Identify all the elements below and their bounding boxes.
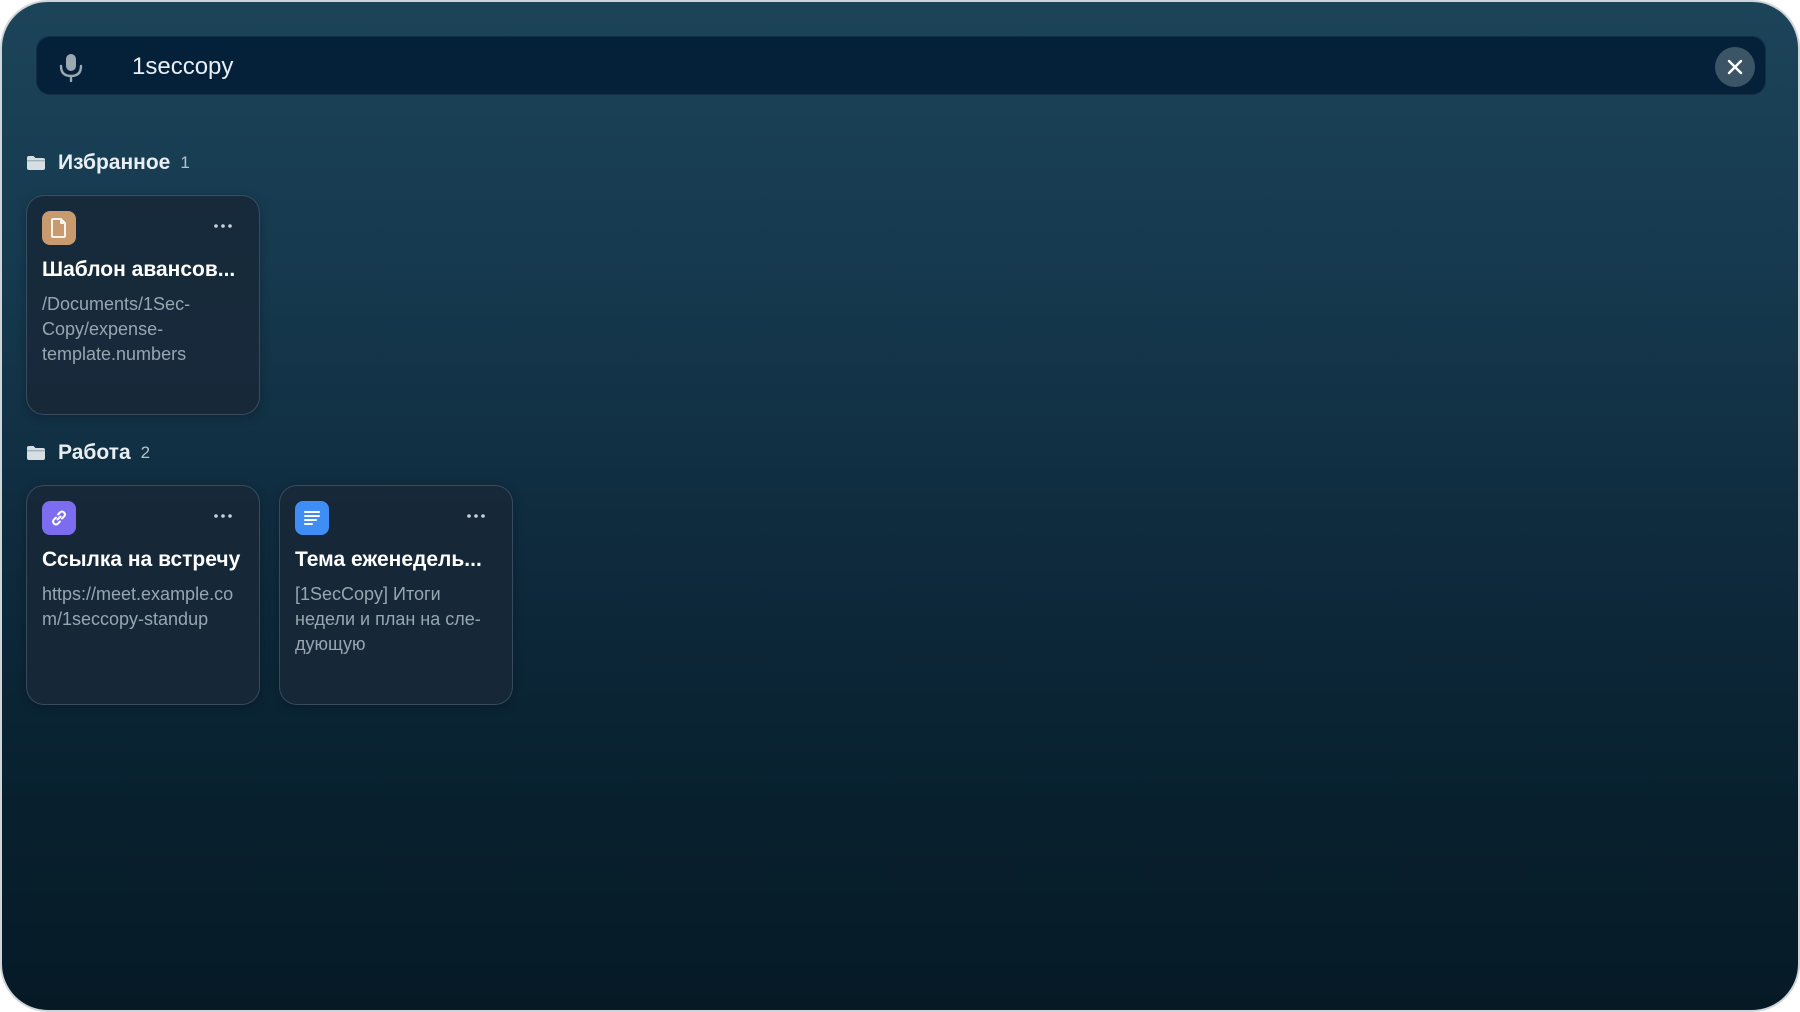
card-subtitle: /Documents/1Sec-Copy/expense-template.nu… bbox=[42, 294, 191, 364]
clip-card-expense-template[interactable]: Шаблон авансов... /Documents/1Sec-Copy/e… bbox=[26, 195, 260, 415]
more-options-button[interactable] bbox=[211, 506, 235, 526]
search-bar bbox=[36, 36, 1766, 96]
section-title: Избранное bbox=[58, 151, 171, 174]
launcher-window: Избранное 1 Шаблон авансов... /Documents… bbox=[0, 0, 1800, 1012]
search-input[interactable] bbox=[132, 37, 1632, 96]
clip-card-meeting-link[interactable]: Ссылка на встречу https://meet.example.c… bbox=[26, 485, 260, 705]
more-options-button[interactable] bbox=[464, 506, 488, 526]
card-subtitle: [1SecCopy] Итоги недели и план на сле-ду… bbox=[295, 584, 481, 654]
section-count: 1 bbox=[180, 153, 190, 172]
clear-search-button[interactable] bbox=[1715, 47, 1755, 87]
folder-icon bbox=[27, 446, 45, 460]
link-icon bbox=[42, 501, 76, 535]
card-title: Ссылка на встречу bbox=[42, 548, 241, 571]
card-title: Шаблон авансов... bbox=[42, 258, 236, 281]
section-header-work[interactable]: Работа 2 bbox=[26, 438, 150, 468]
text-lines-icon bbox=[295, 501, 329, 535]
close-icon bbox=[1727, 59, 1743, 75]
section-title: Работа bbox=[58, 441, 131, 464]
section-header-favorites[interactable]: Избранное 1 bbox=[26, 148, 190, 178]
section-count: 2 bbox=[140, 443, 151, 462]
clip-card-weekly-topic[interactable]: Тема еженедель... [1SecCopy] Итоги недел… bbox=[279, 485, 513, 705]
folder-icon bbox=[27, 156, 45, 170]
microphone-icon[interactable] bbox=[57, 52, 85, 82]
document-icon bbox=[42, 211, 76, 245]
card-subtitle: https://meet.example.com/1seccopy-standu… bbox=[42, 584, 234, 629]
more-options-button[interactable] bbox=[211, 216, 235, 236]
card-title: Тема еженедель... bbox=[295, 548, 482, 571]
